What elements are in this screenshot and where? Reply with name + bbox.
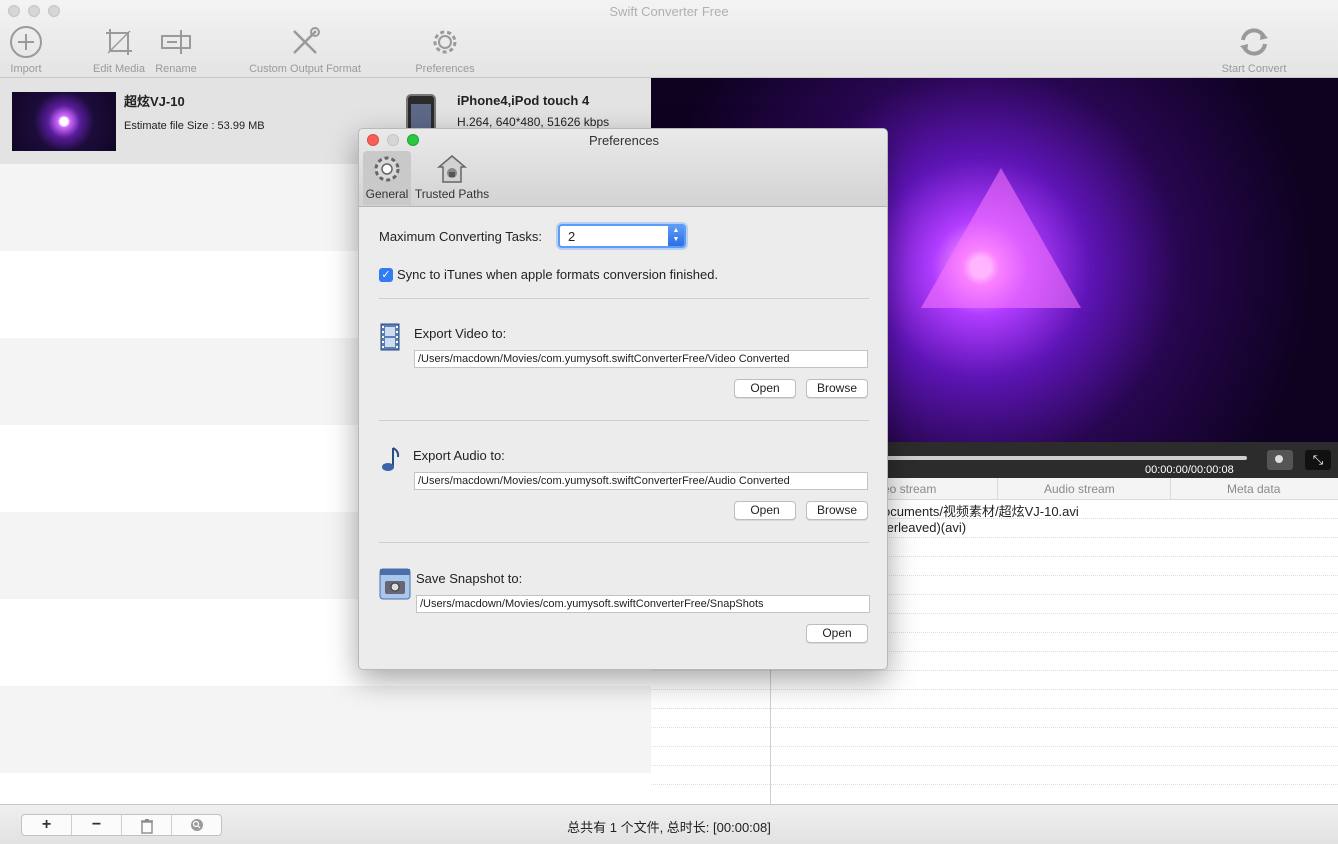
preferences-label: Preferences: [415, 63, 475, 75]
dialog-title: Preferences: [588, 133, 660, 148]
window-title: Swift Converter Free: [609, 4, 729, 19]
crop-icon: [106, 29, 132, 55]
export-audio-path[interactable]: /Users/macdown/Movies/com.yumysoft.swift…: [414, 472, 868, 490]
table-cell: ocuments/视频素材/超炫VJ-10.avi: [883, 504, 1079, 519]
output-device-spec: H.264, 640*480, 51626 kbps: [457, 115, 610, 129]
film-strip-icon: [380, 323, 400, 351]
column-divider: [770, 652, 771, 804]
column-audio-stream[interactable]: Audio stream: [1044, 482, 1115, 496]
tab-general-label: General: [365, 187, 409, 201]
export-audio-open-button[interactable]: Open: [734, 501, 796, 520]
max-tasks-value: 2: [568, 229, 576, 244]
custom-output-format-button[interactable]: Custom Output Format: [245, 24, 365, 75]
snapshot-label: Save Snapshot to:: [416, 571, 523, 586]
start-convert-button[interactable]: Start Convert: [1219, 24, 1289, 75]
bottom-bar: + − 总共有 1 个文件, 总时长: [00:00:08]: [0, 804, 1338, 844]
table-row: [651, 671, 1338, 690]
import-label: Import: [10, 63, 42, 75]
estimate-size: Estimate file Size : 53.99 MB: [124, 120, 265, 132]
preview-graphic: [921, 168, 1081, 308]
max-tasks-stepper[interactable]: 2 ▲ ▼: [558, 224, 686, 248]
rename-icon: [161, 30, 191, 54]
list-row: [0, 686, 651, 773]
table-row: [651, 690, 1338, 709]
snapshot-open-button[interactable]: Open: [806, 624, 868, 643]
custom-output-format-label: Custom Output Format: [249, 63, 361, 75]
gear-icon: [374, 156, 400, 182]
status-text: 总共有 1 个文件, 总时长: [00:00:08]: [567, 820, 771, 835]
import-button[interactable]: Import: [6, 24, 46, 75]
output-device-name: iPhone4,iPod touch 4: [457, 93, 590, 108]
preferences-dialog: Preferences General Trusted Paths Maximu…: [358, 128, 888, 670]
divider: [379, 420, 869, 421]
table-row: [651, 728, 1338, 747]
tab-trusted-paths[interactable]: Trusted Paths: [414, 151, 490, 205]
stepper-arrows-icon[interactable]: ▲ ▼: [668, 226, 684, 246]
plus-circle-icon: [10, 26, 42, 58]
tab-trusted-paths-label: Trusted Paths: [414, 187, 490, 201]
fullscreen-icon[interactable]: ⤡: [1305, 450, 1331, 470]
preferences-toolbar: Preferences General Trusted Paths: [359, 129, 887, 207]
camera-icon[interactable]: [1267, 450, 1293, 470]
column-meta-data[interactable]: Meta data: [1227, 482, 1280, 496]
table-row: [651, 709, 1338, 728]
preferences-button[interactable]: Preferences: [414, 24, 476, 75]
start-convert-label: Start Convert: [1221, 63, 1287, 75]
export-video-browse-button[interactable]: Browse: [806, 379, 868, 398]
sync-itunes-label: Sync to iTunes when apple formats conver…: [397, 267, 719, 282]
edit-media-button[interactable]: Edit Media: [90, 24, 148, 75]
edit-media-label: Edit Media: [93, 63, 145, 75]
max-tasks-label: Maximum Converting Tasks:: [379, 229, 543, 244]
playback-time: 00:00:00/00:00:08: [1145, 464, 1234, 476]
sync-itunes-checkbox[interactable]: ✓: [379, 268, 393, 282]
export-video-open-button[interactable]: Open: [734, 379, 796, 398]
camera-snapshot-icon: [379, 568, 411, 600]
export-audio-label: Export Audio to:: [413, 448, 505, 463]
divider: [379, 542, 869, 543]
export-video-label: Export Video to:: [414, 326, 507, 341]
snapshot-path[interactable]: /Users/macdown/Movies/com.yumysoft.swift…: [416, 595, 870, 613]
convert-arrows-icon: [1240, 28, 1268, 56]
rename-button[interactable]: Rename: [154, 24, 198, 75]
main-toolbar: Swift Converter Free Import Edit Media R…: [0, 0, 1338, 78]
table-cell: terleaved)(avi): [883, 520, 967, 535]
export-audio-browse-button[interactable]: Browse: [806, 501, 868, 520]
file-title: 超炫VJ-10: [124, 94, 185, 109]
table-row: [651, 766, 1338, 785]
video-thumbnail: [12, 92, 116, 151]
house-lock-icon: [436, 155, 468, 183]
column-video-stream[interactable]: eo stream: [883, 482, 936, 496]
tools-icon: [293, 27, 320, 54]
table-row: [651, 747, 1338, 766]
divider: [379, 298, 869, 299]
gear-icon: [433, 30, 457, 54]
tab-general[interactable]: General: [363, 151, 411, 205]
rename-label: Rename: [155, 63, 197, 75]
music-note-icon: [382, 447, 400, 471]
export-video-path[interactable]: /Users/macdown/Movies/com.yumysoft.swift…: [414, 350, 868, 368]
